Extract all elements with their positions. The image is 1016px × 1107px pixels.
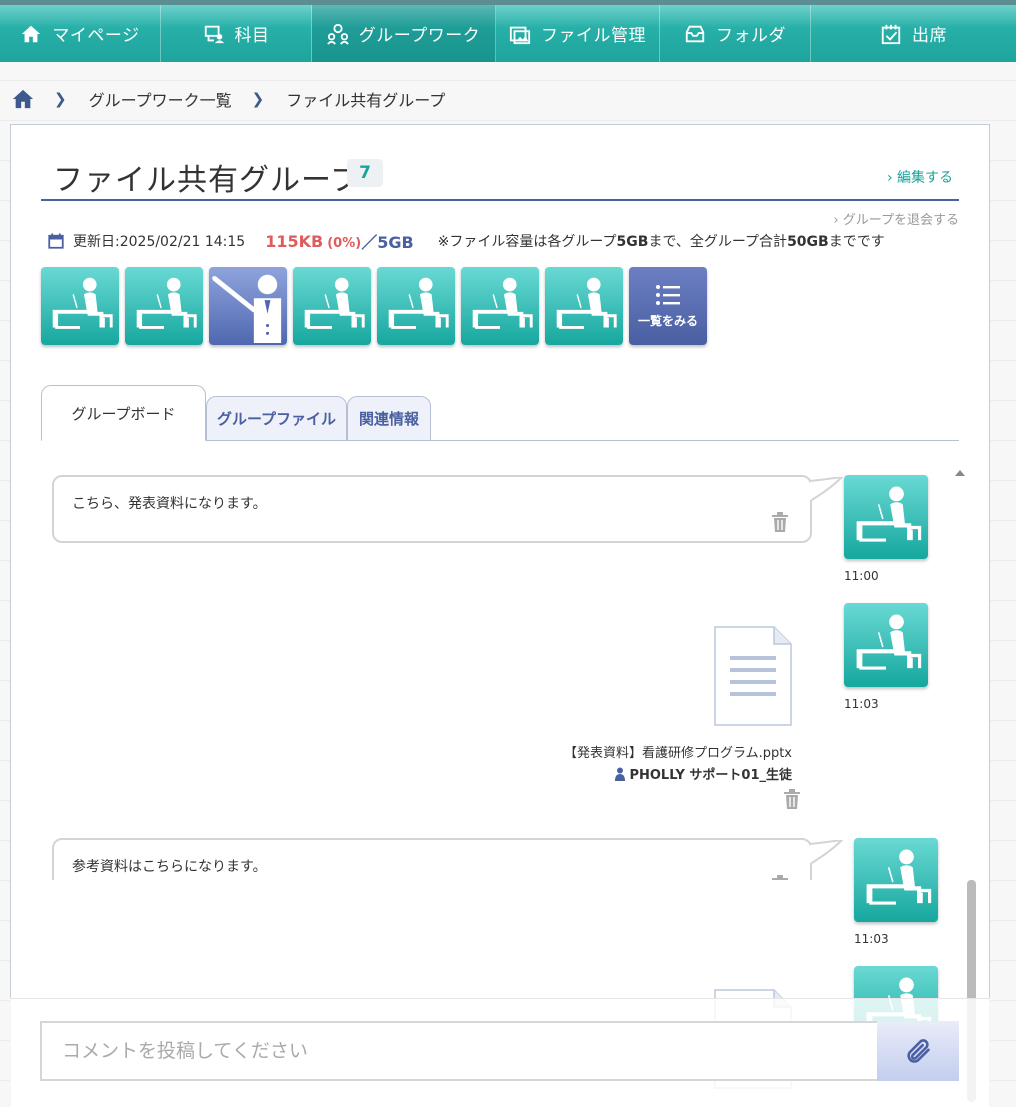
message-time: 11:03 xyxy=(854,932,889,946)
message-time: 11:03 xyxy=(844,697,879,711)
message-text: 参考資料はこちらになります。 xyxy=(72,859,267,875)
student-desk-icon xyxy=(135,276,197,329)
chevron-right-icon: › xyxy=(886,170,893,186)
teacher-avatar[interactable] xyxy=(209,267,287,345)
nav-item-label: ファイル管理 xyxy=(541,26,646,46)
message-avatar[interactable] xyxy=(854,838,938,922)
chevron-right-icon: › xyxy=(833,213,839,228)
member-avatar[interactable] xyxy=(293,267,371,345)
updated-date: 更新日:2025/02/21 14:15 xyxy=(73,234,246,250)
chevron-right-icon: ❯ xyxy=(54,90,67,108)
storage-note: ※ファイル容量は各グループ5GBまで、全グループ合計50GBまでです xyxy=(438,231,885,251)
note-text: まで、全グループ合計 xyxy=(648,234,788,250)
top-nav: マイページ 科目 グループワーク ファイル管理 フォルダ 出席 xyxy=(0,0,1016,62)
trash-icon[interactable] xyxy=(770,874,790,880)
leave-group-link[interactable]: › グループを退会する xyxy=(833,209,959,228)
message-avatar[interactable] xyxy=(844,603,928,687)
member-avatars: 一覧をみる xyxy=(41,267,707,345)
user-icon xyxy=(615,767,626,781)
teacher-icon xyxy=(211,274,282,344)
message-text: こちら、発表資料になります。 xyxy=(72,496,267,512)
attach-file-button[interactable] xyxy=(877,1021,959,1081)
note-limit: 50GB xyxy=(787,234,829,250)
note-text: までです xyxy=(828,234,885,250)
edit-link[interactable]: › 編集する xyxy=(887,167,953,187)
nav-item-label: 科目 xyxy=(234,26,270,46)
file-owner-name: PHOLLY サポート01_生徒 xyxy=(629,768,792,783)
breadcrumb: ❯ グループワーク一覧 ❯ ファイル共有グループ xyxy=(12,86,445,112)
member-count-badge: 7 xyxy=(347,159,383,187)
trash-icon[interactable] xyxy=(782,788,802,810)
storage-used-value: 115KB xyxy=(265,231,324,251)
student-desk-icon xyxy=(387,276,449,329)
home-icon xyxy=(22,25,41,42)
file-owner: PHOLLY サポート01_生徒 xyxy=(615,764,792,783)
edit-label: 編集する xyxy=(897,170,953,186)
attendance-icon xyxy=(881,24,901,44)
group-board-chat: こちら、発表資料になります。 11:00 【発表資料】看護研修プログラム.ppt… xyxy=(30,340,970,880)
nav-item-attendance[interactable]: 出席 xyxy=(811,5,1016,62)
nav-item-file-manage[interactable]: ファイル管理 xyxy=(496,5,660,62)
student-desk-icon xyxy=(471,276,533,329)
note-text: ※ファイル容量は各グループ xyxy=(437,234,617,250)
trash-icon[interactable] xyxy=(770,511,790,533)
breadcrumb-groupwork-list[interactable]: グループワーク一覧 xyxy=(89,87,232,111)
scroll-up-arrow[interactable] xyxy=(955,470,965,476)
file-manage-icon xyxy=(509,26,531,44)
storage-used: 115KB (0%) xyxy=(265,232,361,251)
subject-icon xyxy=(204,25,224,43)
message-bubble: こちら、発表資料になります。 xyxy=(52,475,812,543)
leave-label: グループを退会する xyxy=(842,213,959,228)
member-avatar[interactable] xyxy=(545,267,623,345)
student-desk-icon xyxy=(865,847,932,905)
file-name-link[interactable]: 【発表資料】看護研修プログラム.pptx xyxy=(564,742,792,761)
member-avatar[interactable] xyxy=(461,267,539,345)
see-all-label: 一覧をみる xyxy=(637,313,698,328)
nav-item-mypage[interactable]: マイページ xyxy=(0,5,161,62)
student-desk-icon xyxy=(855,484,922,542)
breadcrumb-current: ファイル共有グループ xyxy=(286,91,446,110)
storage-used-percent: (0%) xyxy=(327,235,362,251)
chevron-right-icon: ❯ xyxy=(251,90,265,108)
document-file-icon[interactable] xyxy=(714,626,792,726)
storage-total: ／5GB xyxy=(361,233,414,252)
note-limit: 5GB xyxy=(616,234,649,250)
student-desk-icon xyxy=(51,276,113,329)
member-avatar[interactable] xyxy=(125,267,203,345)
nav-item-label: マイページ xyxy=(52,26,140,46)
comment-input[interactable] xyxy=(40,1021,877,1081)
nav-item-subject[interactable]: 科目 xyxy=(161,5,312,62)
list-icon xyxy=(656,284,680,305)
nav-item-folder[interactable]: フォルダ xyxy=(660,5,811,62)
message-avatar[interactable] xyxy=(844,475,928,559)
title-row: ファイル共有グループ 7 › 編集する xyxy=(41,153,959,201)
nav-item-label: グループワーク xyxy=(358,26,481,46)
nav-item-label: フォルダ xyxy=(716,26,786,46)
nav-item-label: 出席 xyxy=(912,26,947,46)
comment-bar xyxy=(10,998,990,1107)
member-avatar[interactable] xyxy=(41,267,119,345)
group-icon xyxy=(326,23,349,45)
message-time: 11:00 xyxy=(844,569,879,583)
member-avatar[interactable] xyxy=(377,267,455,345)
bubble-tail xyxy=(810,477,844,502)
folder-icon xyxy=(685,25,705,42)
student-desk-icon xyxy=(555,276,617,329)
see-all-members-button[interactable]: 一覧をみる xyxy=(629,267,707,345)
page-title: ファイル共有グループ xyxy=(53,163,362,198)
student-desk-icon xyxy=(303,276,365,329)
group-info-row: 更新日:2025/02/21 14:15 115KB (0%) ／5GB ※ファイ… xyxy=(47,231,967,252)
home-icon[interactable] xyxy=(12,88,34,110)
message-bubble: 参考資料はこちらになります。 xyxy=(52,838,812,880)
student-desk-icon xyxy=(855,612,922,670)
nav-item-groupwork[interactable]: グループワーク xyxy=(312,5,496,62)
calendar-icon xyxy=(48,233,64,249)
paperclip-icon xyxy=(907,1039,930,1063)
bubble-tail xyxy=(810,840,844,865)
